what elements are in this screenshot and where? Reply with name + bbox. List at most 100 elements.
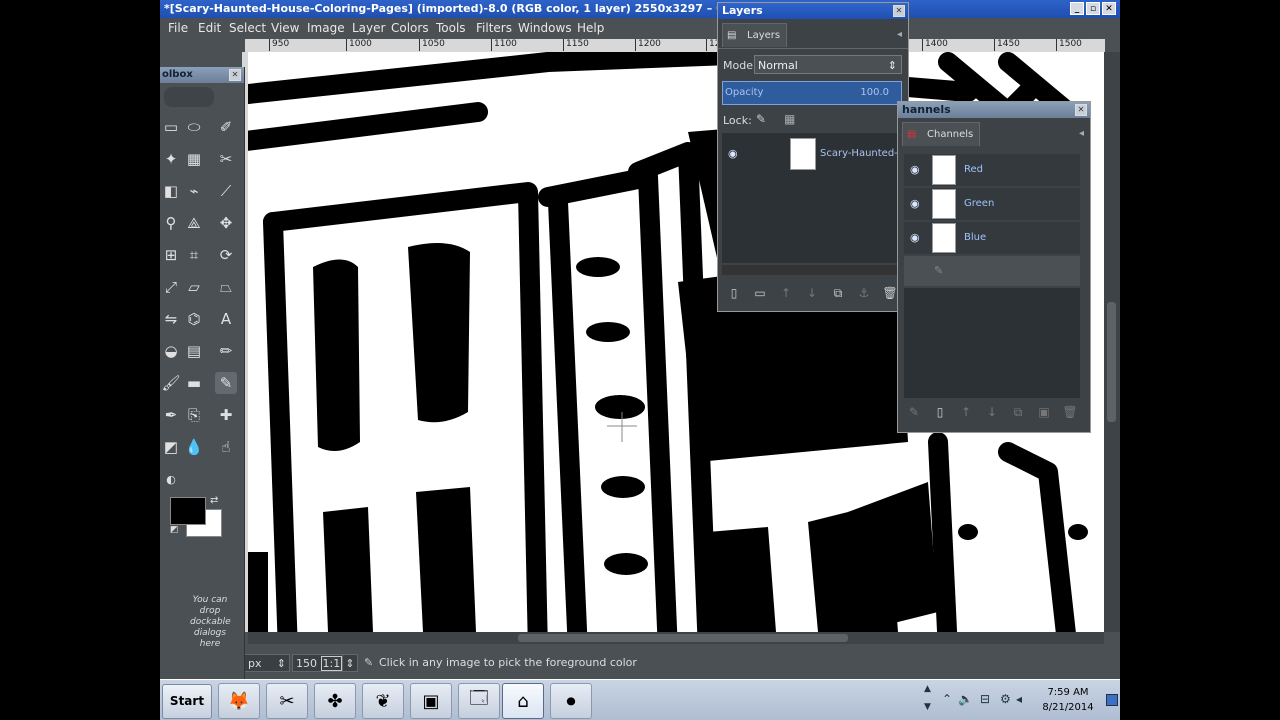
- restore-button[interactable]: ▫: [1086, 2, 1100, 15]
- channel-to-selection-icon[interactable]: ▣: [1036, 404, 1052, 420]
- raise-layer-icon[interactable]: ↑: [778, 285, 794, 301]
- swap-colors-icon[interactable]: ⇄: [210, 495, 218, 506]
- channel-row-blue[interactable]: ◉ Blue: [904, 222, 1080, 254]
- tray-expand-icon[interactable]: ⌃: [942, 692, 952, 706]
- opacity-slider[interactable]: Opacity 100.0: [722, 81, 902, 105]
- tray-scroll-down-icon[interactable]: ▼: [924, 702, 931, 712]
- foreground-select-icon[interactable]: ◧: [160, 180, 182, 202]
- fuzzy-select-icon[interactable]: ✦: [160, 148, 182, 170]
- lock-pixels-icon[interactable]: ✎: [756, 112, 766, 126]
- channel-row-green[interactable]: ◉ Green: [904, 188, 1080, 220]
- ellipse-select-icon[interactable]: ⬭: [183, 116, 205, 138]
- new-layer-icon[interactable]: ▯: [726, 285, 742, 301]
- blur-icon[interactable]: 💧: [183, 436, 205, 458]
- gimp-taskbar-icon[interactable]: 🦊: [218, 683, 260, 719]
- new-channel-icon[interactable]: ▯: [932, 404, 948, 420]
- vertical-scrollbar[interactable]: [1104, 52, 1120, 632]
- menu-edit[interactable]: Edit: [198, 21, 221, 35]
- scale-icon[interactable]: ⤢: [160, 276, 182, 298]
- close-icon[interactable]: ✕: [1075, 104, 1087, 116]
- layers-dock-header[interactable]: Layers ✕: [718, 3, 908, 19]
- perspective-icon[interactable]: ⏢: [215, 276, 237, 298]
- heal-icon[interactable]: ✚: [215, 404, 237, 426]
- close-button[interactable]: ✕: [1102, 2, 1116, 15]
- text-icon[interactable]: A: [215, 308, 237, 330]
- monitor-taskbar-icon[interactable]: ▣: [410, 683, 452, 719]
- lower-layer-icon[interactable]: ↓: [804, 285, 820, 301]
- antivirus-icon[interactable]: ⚙: [1000, 692, 1011, 706]
- eraser-icon[interactable]: ▬: [183, 372, 205, 394]
- free-select-icon[interactable]: ✐: [215, 116, 237, 138]
- dodge-burn-icon[interactable]: ◐: [160, 468, 182, 490]
- paths-icon[interactable]: ⌁: [183, 180, 205, 202]
- zoom-dropdown[interactable]: ⇕: [342, 654, 358, 672]
- smudge-icon[interactable]: ☝: [215, 436, 237, 458]
- channels-dock-header[interactable]: hannels ✕: [898, 102, 1090, 118]
- system-clock[interactable]: 7:59 AM 8/21/2014: [1030, 685, 1106, 715]
- rect-select-icon[interactable]: ▭: [160, 116, 182, 138]
- close-icon[interactable]: ✕: [893, 5, 905, 17]
- menu-colors[interactable]: Colors: [391, 21, 429, 35]
- tray-scroll-up-icon[interactable]: ▲: [924, 684, 931, 694]
- menu-view[interactable]: View: [271, 21, 299, 35]
- menu-image[interactable]: Image: [307, 21, 345, 35]
- blend-icon[interactable]: ▤: [183, 340, 205, 362]
- perspective-clone-icon[interactable]: ◩: [160, 436, 182, 458]
- color-selector[interactable]: ⇄ ◩: [170, 495, 222, 541]
- channel-row-red[interactable]: ◉ Red: [904, 154, 1080, 186]
- anchor-layer-icon[interactable]: ⚓: [856, 285, 872, 301]
- menu-tools[interactable]: Tools: [436, 21, 466, 35]
- rotate-icon[interactable]: ⟳: [215, 244, 237, 266]
- move-icon[interactable]: ✥: [215, 212, 237, 234]
- measure-icon[interactable]: ⟁: [183, 212, 205, 234]
- bucket-fill-icon[interactable]: ◒: [160, 340, 182, 362]
- lock-icon[interactable]: ✎: [934, 264, 943, 277]
- horizontal-scroll-thumb[interactable]: [518, 634, 848, 642]
- minimize-button[interactable]: _: [1070, 2, 1084, 15]
- explorer-taskbar-icon[interactable]: 🗔: [458, 683, 500, 719]
- dock-menu-icon[interactable]: ◂: [897, 29, 902, 40]
- zoom-icon[interactable]: ⚲: [160, 212, 182, 234]
- mode-dropdown[interactable]: Normal ⇕: [754, 55, 902, 74]
- visibility-eye-icon[interactable]: ◉: [910, 231, 920, 244]
- cage-icon[interactable]: ⌬: [183, 308, 205, 330]
- visibility-eye-icon[interactable]: ◉: [910, 163, 920, 176]
- ink-icon[interactable]: ✒: [160, 404, 182, 426]
- duplicate-channel-icon[interactable]: ⧉: [1010, 404, 1026, 420]
- lower-channel-icon[interactable]: ↓: [984, 404, 1000, 420]
- layer-row[interactable]: ◉ Scary-Haunted-Ho: [722, 135, 911, 173]
- edit-channel-icon[interactable]: ✎: [906, 404, 922, 420]
- menu-select[interactable]: Select: [229, 21, 266, 35]
- layers-hscrollbar[interactable]: [722, 265, 902, 275]
- scissors-icon[interactable]: ✂: [215, 148, 237, 170]
- menu-layer[interactable]: Layer: [352, 21, 385, 35]
- clone-icon[interactable]: ⎘: [183, 404, 205, 426]
- tab-channels[interactable]: ▤ Channels: [902, 122, 981, 146]
- close-icon[interactable]: ✕: [229, 69, 241, 81]
- crop-icon[interactable]: ⌗: [183, 244, 205, 266]
- unit-select[interactable]: px ⇕: [244, 654, 290, 672]
- speaker-icon[interactable]: ◂: [1016, 692, 1022, 706]
- vertical-scroll-thumb[interactable]: [1107, 302, 1116, 422]
- pencil-icon[interactable]: ✏: [215, 340, 237, 362]
- visibility-eye-icon[interactable]: ◉: [728, 147, 738, 160]
- shear-icon[interactable]: ▱: [183, 276, 205, 298]
- start-button[interactable]: Start: [162, 684, 212, 719]
- delete-layer-icon[interactable]: 🗑: [882, 285, 898, 301]
- color-select-icon[interactable]: ▦: [183, 148, 205, 170]
- delete-channel-icon[interactable]: 🗑: [1062, 404, 1078, 420]
- network-taskbar-icon[interactable]: ✤: [314, 683, 356, 719]
- duplicate-layer-icon[interactable]: ⧉: [830, 285, 846, 301]
- align-icon[interactable]: ⊞: [160, 244, 182, 266]
- tools-taskbar-icon[interactable]: ✂: [266, 683, 308, 719]
- visibility-eye-icon[interactable]: ◉: [910, 197, 920, 210]
- new-layer-group-icon[interactable]: ▭: [752, 285, 768, 301]
- menu-windows[interactable]: Windows: [518, 21, 572, 35]
- volume-icon[interactable]: 🔈: [958, 692, 973, 706]
- lock-alpha-icon[interactable]: ▦: [784, 112, 795, 126]
- network-icon[interactable]: ⊟: [980, 692, 990, 706]
- record-taskbar-icon[interactable]: ⏺: [550, 683, 592, 719]
- menu-filters[interactable]: Filters: [476, 21, 512, 35]
- raise-channel-icon[interactable]: ↑: [958, 404, 974, 420]
- flip-icon[interactable]: ⇋: [160, 308, 182, 330]
